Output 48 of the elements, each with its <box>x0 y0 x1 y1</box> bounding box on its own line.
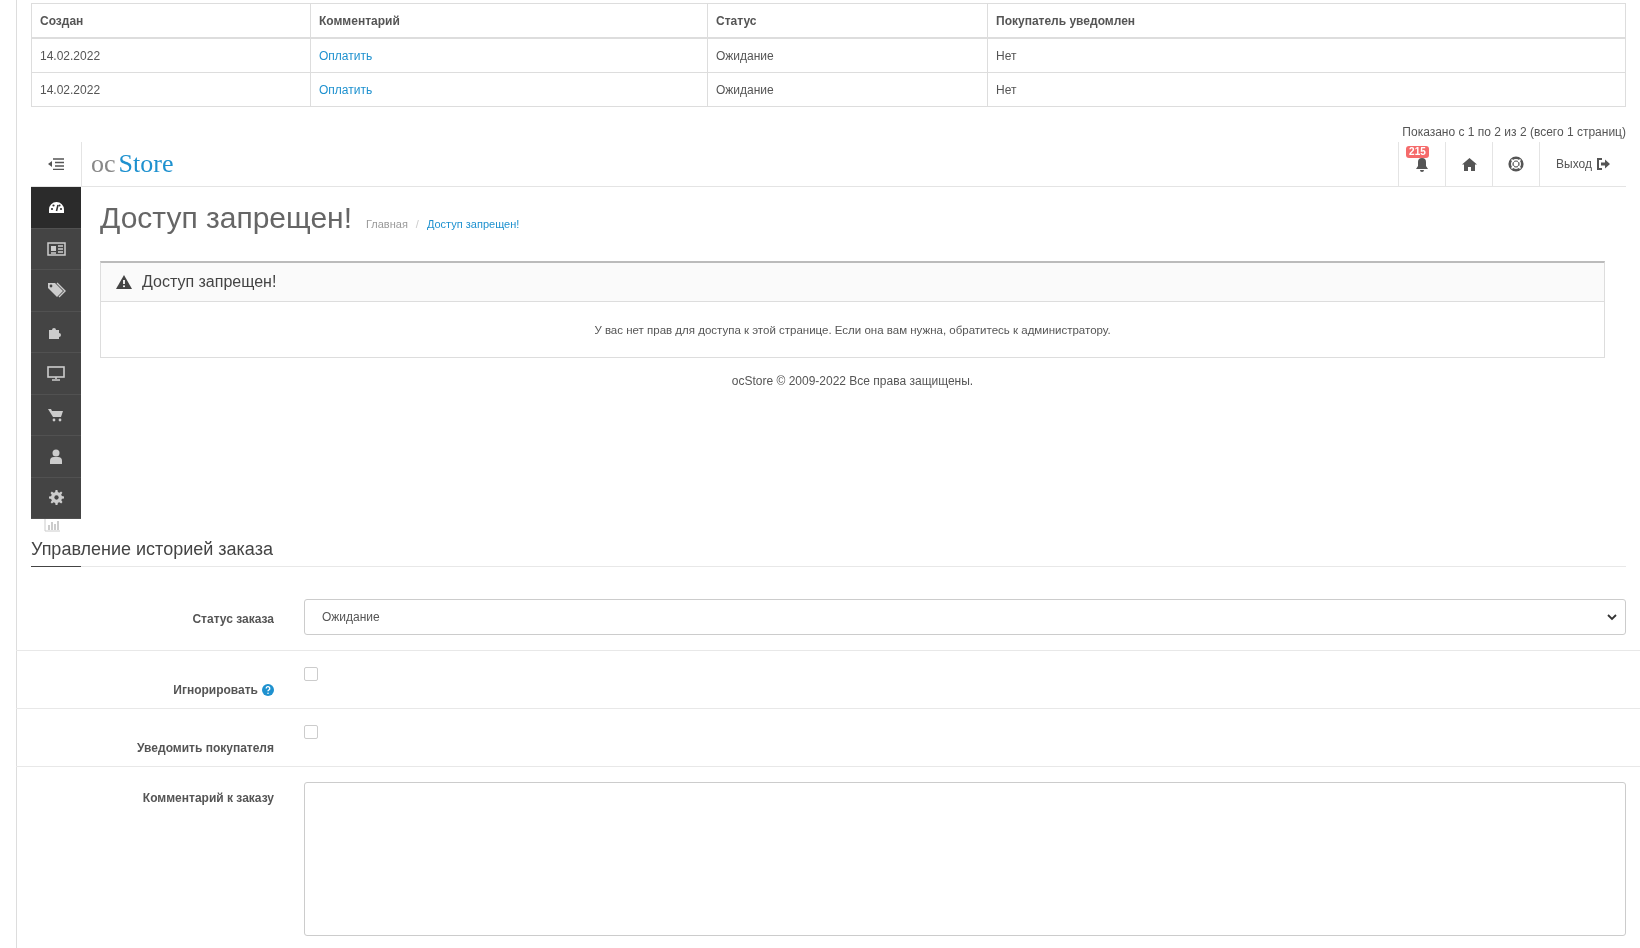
table-cell: Нет <box>987 72 1626 107</box>
column-header: Комментарий <box>310 3 708 38</box>
gear-icon <box>48 490 64 506</box>
tags-icon <box>46 282 66 299</box>
column-header: Создан <box>31 3 311 38</box>
table-cell: Ожидание <box>707 38 988 73</box>
cart-icon <box>48 407 64 422</box>
sidebar-item[interactable] <box>31 187 81 229</box>
table-cell: 14.02.2022 <box>31 38 311 73</box>
table-cell: 14.02.2022 <box>31 72 311 107</box>
checkbox[interactable] <box>304 667 318 681</box>
bar-chart-icon <box>44 519 60 532</box>
alert-title: Доступ запрещен! <box>142 273 277 291</box>
user-icon <box>49 448 63 464</box>
checkbox[interactable] <box>304 725 318 739</box>
sign-out-icon <box>1596 158 1610 170</box>
alert-message: У вас нет прав для доступа к этой странице. Если она вам нужна, обратитесь к администратору. <box>594 323 1111 336</box>
field-label: Уведомить покупателя <box>137 740 274 755</box>
breadcrumb-separator: / <box>415 218 419 230</box>
page-title: Доступ запрещен! <box>100 201 352 235</box>
newspaper-icon <box>46 241 66 256</box>
notifications-button[interactable]: 215 <box>1398 142 1446 186</box>
bell-icon <box>1415 156 1430 172</box>
breadcrumb-link[interactable]: Главная <box>366 218 408 230</box>
home-icon <box>1461 157 1477 171</box>
comment-link[interactable]: Оплатить <box>310 72 708 107</box>
breadcrumb-link[interactable]: Доступ запрещен! <box>426 218 520 230</box>
dashboard-icon <box>47 200 65 214</box>
field-label: Комментарий к заказу <box>142 791 274 805</box>
logo[interactable]: ocStore <box>81 142 174 186</box>
status-select[interactable]: Ожидание <box>304 599 1626 635</box>
table-cell: Нет <box>987 38 1626 73</box>
comment-link[interactable]: Оплатить <box>310 38 708 73</box>
footer-text: ocStore © 2009-2022 Все права защищены. <box>731 374 974 388</box>
column-header: Статус <box>707 3 988 38</box>
field-label: Игнорировать <box>173 682 258 697</box>
notification-badge: 215 <box>1406 146 1429 158</box>
menu-icon[interactable] <box>48 158 64 170</box>
table-cell: Ожидание <box>707 72 988 107</box>
warning-icon <box>116 275 132 289</box>
monitor-icon <box>47 365 65 381</box>
column-header: Покупатель уведомлен <box>987 3 1626 38</box>
field-label: Статус заказа <box>192 611 274 626</box>
pagination-text: Показано с 1 по 2 из 2 (всего 1 страниц) <box>1402 125 1626 139</box>
logout-button[interactable]: Выход <box>1539 142 1626 186</box>
caret-icon <box>1607 613 1617 621</box>
lifebuoy-icon <box>1508 156 1525 172</box>
section-title: Управление историей заказа <box>31 539 273 559</box>
